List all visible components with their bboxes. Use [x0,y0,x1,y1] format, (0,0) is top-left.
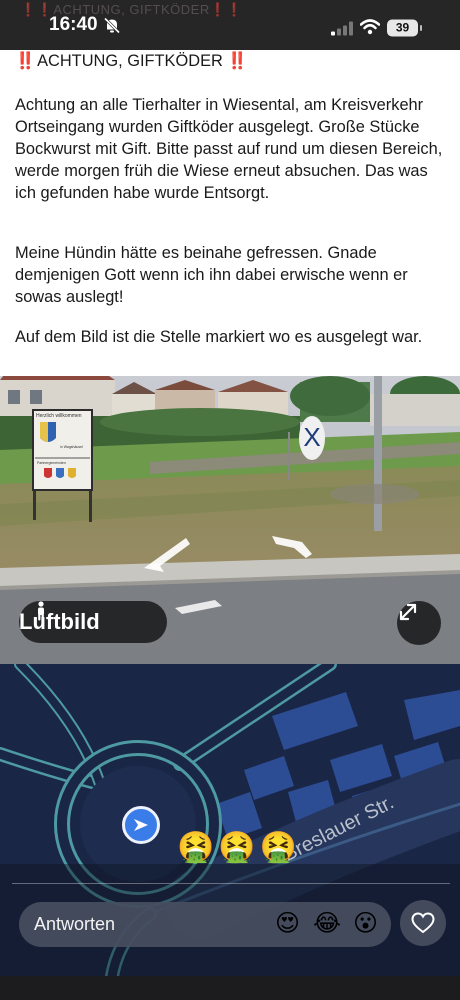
post-paragraph: Auf dem Bild ist die Stelle markiert wo … [15,328,423,346]
post-body: ‼️ ACHTUNG, GIFTKÖDER ‼️ Achtung an alle… [0,50,460,376]
sign-line: Partnergemeinden [37,461,66,465]
navigation-arrow-icon [122,806,160,844]
post-title-text: ACHTUNG, GIFTKÖDER [37,52,223,70]
aerial-view-label: Luftbild [19,609,100,634]
heart-icon [411,912,435,934]
wifi-icon [359,19,381,40]
alert-icon: ‼️ [227,52,247,70]
reply-field[interactable]: Antworten 😍 😂 😮 [19,902,391,947]
post-paragraph: Meine Hündin hätte es beinahe gefressen.… [15,244,408,306]
street-view-image[interactable]: Herzlich willkommen in Wagshäusel Partne… [0,376,460,664]
bell-slash-icon [103,17,121,40]
battery-tip [420,25,422,31]
post-reactions: 🤮🤮🤮 [177,831,302,864]
aerial-view-button[interactable]: Luftbild [19,601,167,643]
bottom-bar [0,976,460,1000]
map-view[interactable]: Breslauer Str. 🤮🤮🤮 Antworten 😍 😂 😮 [0,664,460,1000]
post-title: ‼️ ACHTUNG, GIFTKÖDER ‼️ [15,50,248,72]
surprised-reaction-button[interactable]: 😮 [353,908,378,940]
expand-button[interactable] [397,601,441,645]
like-button[interactable] [400,900,446,946]
sign-line: in Wagshäusel [60,445,83,449]
sign-line: Herzlich willkommen [36,413,82,419]
heart-eyes-reaction-button[interactable]: 😍 [275,908,300,940]
status-bar: ❗❗ACHTUNG, GIFTKÖDER❗❗ 16:40 39 [0,0,460,50]
expand-icon [399,603,417,621]
alert-icon: ‼️ [15,52,35,70]
person-icon [38,601,44,621]
divider [12,883,450,884]
location-marker: X [303,422,320,452]
post-paragraph: Achtung an alle Tierhalter in Wiesental,… [15,96,443,202]
signal-icon [331,21,353,41]
battery-icon: 39 [387,19,418,37]
clock: 16:40 [49,14,98,35]
reply-placeholder: Antworten [34,914,116,934]
laugh-reaction-button[interactable]: 😂 [313,908,341,940]
